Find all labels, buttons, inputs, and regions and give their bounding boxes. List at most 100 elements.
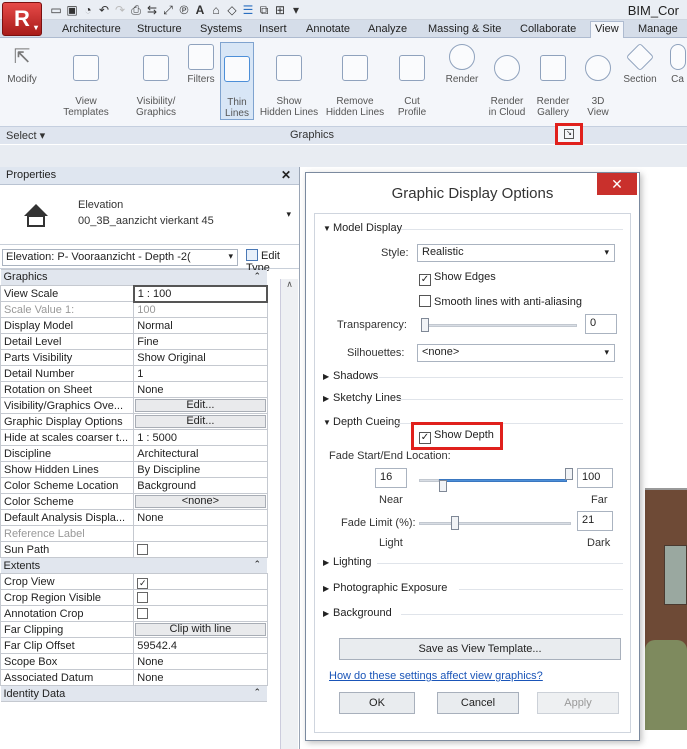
style-select[interactable]: Realistic ▾ <box>417 244 615 262</box>
fade-start-input[interactable]: 16 <box>375 468 407 488</box>
close-icon[interactable]: ✕ <box>281 168 291 182</box>
fade-limit-thumb[interactable] <box>451 516 459 530</box>
section-photographic-exposure[interactable]: ▶ Photographic Exposure <box>323 582 447 594</box>
section-background[interactable]: ▶ Background <box>323 607 392 619</box>
close-hidden-icon[interactable]: ⧉ <box>258 3 270 18</box>
thin-lines-icon[interactable]: ☰ <box>242 3 254 18</box>
property-value[interactable]: Fine <box>133 333 268 350</box>
property-value[interactable]: Show Original <box>133 349 268 366</box>
cut-profile-button[interactable]: Cut Profile <box>392 42 432 118</box>
property-checkbox[interactable] <box>137 543 149 555</box>
tag-icon[interactable]: ℗ <box>178 3 190 18</box>
property-edit-button[interactable]: Edit... <box>135 399 266 412</box>
property-value[interactable]: <none> <box>133 493 268 510</box>
show-hidden-lines-button[interactable]: Show Hidden Lines <box>257 42 321 118</box>
graphics-dialog-launcher-button[interactable]: ↘ <box>555 123 583 145</box>
select-dropdown[interactable]: Select ▾ <box>6 129 45 142</box>
tab-collaborate[interactable]: Collaborate <box>516 22 580 36</box>
section-icon[interactable]: ◇ <box>226 3 238 18</box>
dialog-close-button[interactable]: ✕ <box>597 173 637 195</box>
property-value[interactable]: None <box>133 381 268 398</box>
property-value[interactable]: ✓ <box>133 573 268 590</box>
customize-icon[interactable]: ▾ <box>290 3 302 18</box>
silhouettes-select[interactable]: <none> ▾ <box>417 344 615 362</box>
section-model-display[interactable]: ▼ Model Display <box>323 222 402 234</box>
application-menu-button[interactable]: R ▾ <box>2 2 42 36</box>
filters-button[interactable]: Filters <box>184 42 218 85</box>
tab-manage[interactable]: Manage <box>634 22 682 36</box>
scroll-up-icon[interactable]: ∧ <box>281 279 298 290</box>
property-value[interactable] <box>133 541 268 558</box>
tab-structure[interactable]: Structure <box>133 22 186 36</box>
property-checkbox[interactable] <box>137 591 149 603</box>
property-value[interactable]: None <box>133 653 268 670</box>
instance-filter-select[interactable]: Elevation: P- Vooraanzicht - Depth -2( ▾ <box>2 249 238 266</box>
fade-limit-input[interactable]: 21 <box>577 511 613 531</box>
modify-button[interactable]: ⇱ Modify <box>4 42 40 85</box>
apply-button[interactable]: Apply <box>537 692 619 714</box>
visibility-graphics-button[interactable]: Visibility/ Graphics <box>130 42 182 118</box>
section-shadows[interactable]: ▶ Shadows <box>323 370 378 382</box>
show-depth-checkbox[interactable]: ✓ Show Depth <box>419 429 494 444</box>
property-group-header[interactable]: Graphics ⌃ <box>0 269 267 286</box>
collapse-group-icon[interactable]: ⌃ <box>253 687 261 698</box>
text-icon[interactable]: A <box>194 3 206 18</box>
remove-hidden-lines-button[interactable]: Remove Hidden Lines <box>322 42 388 118</box>
sync-icon[interactable]: ◔ <box>82 3 94 18</box>
type-selector[interactable]: Elevation 00_3B_aanzicht vierkant 45 ▾ <box>0 185 299 245</box>
tab-systems[interactable]: Systems <box>196 22 246 36</box>
open-icon[interactable]: ▭ <box>50 3 62 18</box>
property-value[interactable]: 59542.4 <box>133 637 268 654</box>
redo-icon[interactable]: ↷ <box>114 3 126 18</box>
dimension-icon[interactable]: ⤢ <box>162 3 174 18</box>
property-value[interactable]: 1 <box>133 365 268 382</box>
property-value[interactable]: Background <box>133 477 268 494</box>
help-link[interactable]: How do these settings affect view graphi… <box>329 670 543 682</box>
fade-end-input[interactable]: 100 <box>577 468 613 488</box>
property-edit-button[interactable]: Edit... <box>135 415 266 428</box>
switch-windows-icon[interactable]: ⊞ <box>274 3 286 18</box>
property-edit-button[interactable]: <none> <box>135 495 266 508</box>
property-value[interactable]: By Discipline <box>133 461 268 478</box>
3d-view-button[interactable]: 3D View <box>582 42 614 118</box>
fade-end-thumb[interactable] <box>565 468 573 480</box>
measure-icon[interactable]: ⇆ <box>146 3 158 18</box>
section-depth-cueing[interactable]: ▼ Depth Cueing <box>323 416 400 428</box>
tab-analyze[interactable]: Analyze <box>364 22 411 36</box>
section-sketchy-lines[interactable]: ▶ Sketchy Lines <box>323 392 401 404</box>
smooth-lines-checkbox[interactable]: Smooth lines with anti-aliasing <box>419 295 582 308</box>
tab-massing-site[interactable]: Massing & Site <box>424 22 505 36</box>
render-in-cloud-button[interactable]: Render in Cloud <box>486 42 528 118</box>
tab-view[interactable]: View <box>590 21 624 39</box>
property-value[interactable]: None <box>133 509 268 526</box>
render-gallery-button[interactable]: Render Gallery <box>532 42 574 118</box>
ok-button[interactable]: OK <box>339 692 415 714</box>
property-checkbox[interactable] <box>137 607 149 619</box>
fade-start-thumb[interactable] <box>439 480 447 492</box>
3d-view-icon[interactable]: ⌂ <box>210 3 222 18</box>
section-button[interactable]: Section <box>620 42 660 85</box>
tab-annotate[interactable]: Annotate <box>302 22 354 36</box>
collapse-group-icon[interactable]: ⌃ <box>253 271 261 282</box>
thin-lines-button[interactable]: Thin Lines <box>220 42 254 120</box>
transparency-slider-thumb[interactable] <box>421 318 429 332</box>
show-edges-checkbox[interactable]: ✓ Show Edges <box>419 271 496 286</box>
tab-insert[interactable]: Insert <box>255 22 291 36</box>
transparency-slider[interactable] <box>421 324 577 327</box>
property-value[interactable]: None <box>133 669 268 686</box>
undo-icon[interactable]: ↶ <box>98 3 110 18</box>
collapse-group-icon[interactable]: ⌃ <box>253 559 261 570</box>
property-edit-button[interactable]: Clip with line <box>135 623 266 636</box>
cancel-button[interactable]: Cancel <box>437 692 519 714</box>
property-group-header[interactable]: Extents ⌃ <box>0 557 267 574</box>
property-value[interactable]: Clip with line <box>133 621 268 638</box>
callout-button[interactable]: Ca <box>668 42 687 85</box>
property-checkbox[interactable]: ✓ <box>137 577 149 589</box>
print-icon[interactable]: ⎙ <box>130 3 142 18</box>
tab-architecture[interactable]: Architecture <box>58 22 125 36</box>
property-value[interactable]: Normal <box>133 317 268 334</box>
property-value[interactable]: Architectural <box>133 445 268 462</box>
property-value[interactable]: Edit... <box>133 397 268 414</box>
section-lighting[interactable]: ▶ Lighting <box>323 556 372 568</box>
fade-range-slider[interactable] <box>439 479 567 482</box>
